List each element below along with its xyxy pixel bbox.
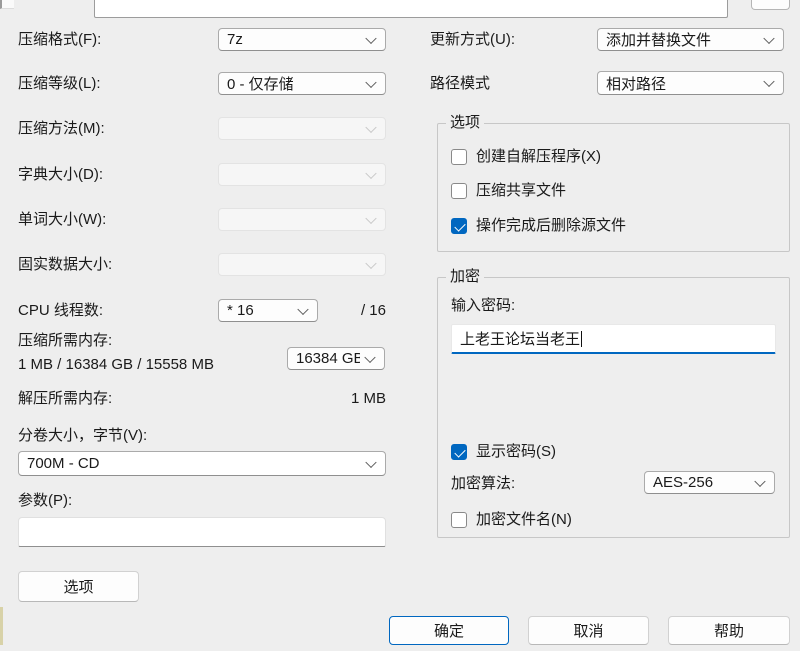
options-group-title: 选项 [446,114,484,132]
checkmark-icon [454,446,465,457]
threads-max-value: / 16 [340,302,386,320]
password-input[interactable]: 上老王论坛当老王 [451,324,776,354]
solid-block-label: 固实数据大小: [18,256,112,274]
chevron-down-icon [365,257,376,268]
ok-button[interactable]: 确定 [389,616,509,645]
format-select[interactable]: 7z [218,28,386,51]
split-volume-label: 分卷大小，字节(V): [18,427,147,445]
chevron-down-icon [365,121,376,132]
screen-edge-artifact [0,607,3,645]
checkmark-icon [454,220,465,231]
encryption-method-value: AES-256 [653,474,713,491]
password-label: 输入密码: [451,297,515,315]
format-value: 7z [227,31,243,48]
options-group: 选项 创建自解压程序(X) 压缩共享文件 操作完成后删除源文件 [437,123,790,252]
chevron-down-icon [365,167,376,178]
chevron-down-icon [365,212,376,223]
chevron-down-icon [365,32,376,43]
parameters-label: 参数(P): [18,492,72,510]
chevron-down-icon [754,475,765,486]
chevron-down-icon [365,76,376,87]
add-to-archive-dialog: 压缩格式(F): 7z 压缩等级(L): 0 - 仅存储 压缩方法(M): 字典… [0,0,800,651]
cropped-archive-name-combo[interactable] [94,0,728,18]
encryption-method-label: 加密算法: [451,475,515,493]
chevron-down-icon [364,351,375,362]
chevron-down-icon [297,303,308,314]
update-mode-label: 更新方式(U): [430,31,515,49]
path-mode-label: 路径模式 [430,75,490,93]
memory-decompress-value: 1 MB [318,390,386,408]
threads-label: CPU 线程数: [18,302,103,320]
method-label: 压缩方法(M): [18,120,105,138]
format-label: 压缩格式(F): [18,31,101,49]
encryption-method-select[interactable]: AES-256 [644,471,775,494]
password-value: 上老王论坛当老王 [460,328,580,349]
checkbox-label: 加密文件名(N) [476,511,572,529]
cropped-browse-button[interactable] [751,0,790,10]
chevron-down-icon [763,76,774,87]
help-button[interactable]: 帮助 [668,616,790,645]
checkbox-box[interactable] [451,183,467,199]
level-label: 压缩等级(L): [18,75,101,93]
threads-select[interactable]: * 16 [218,299,318,322]
split-volume-combo[interactable]: 700M - CD [18,451,386,476]
dictionary-label: 字典大小(D): [18,166,103,184]
memory-compress-select[interactable]: 16384 GB [287,347,385,370]
word-size-label: 单词大小(W): [18,211,106,229]
level-select[interactable]: 0 - 仅存储 [218,72,386,95]
parameters-input[interactable] [18,517,386,547]
cropped-window-fragment [0,0,14,9]
options-button-label: 选项 [63,576,93,597]
checkbox-box[interactable] [451,149,467,165]
checkbox-box[interactable] [451,512,467,528]
memory-compress-value: 16384 GB [296,350,360,367]
level-value: 0 - 仅存储 [227,73,294,94]
cancel-button-label: 取消 [573,620,603,641]
path-mode-select[interactable]: 相对路径 [597,71,784,95]
checkbox-label: 创建自解压程序(X) [476,148,601,166]
encryption-group-title: 加密 [446,268,484,286]
checkbox-create-sfx[interactable]: 创建自解压程序(X) [451,148,601,166]
checkbox-encrypt-filenames[interactable]: 加密文件名(N) [451,511,572,529]
checkbox-box[interactable] [451,218,467,234]
memory-compress-detail: 1 MB / 16384 GB / 15558 MB [18,356,214,374]
solid-block-select [218,253,386,276]
method-select [218,117,386,140]
memory-compress-label: 压缩所需内存: [18,332,112,350]
checkbox-label: 操作完成后删除源文件 [476,217,626,235]
options-button[interactable]: 选项 [18,571,139,602]
path-mode-value: 相对路径 [606,73,666,94]
checkbox-show-password[interactable]: 显示密码(S) [451,443,556,461]
threads-max-text: / 16 [340,302,386,320]
update-mode-select[interactable]: 添加并替换文件 [597,28,784,51]
word-size-select [218,208,386,231]
update-mode-value: 添加并替换文件 [606,29,711,50]
help-button-label: 帮助 [714,620,744,641]
checkbox-delete-after[interactable]: 操作完成后删除源文件 [451,217,626,235]
ok-button-label: 确定 [434,620,464,641]
checkbox-compress-shared[interactable]: 压缩共享文件 [451,182,566,200]
memory-decompress-text: 1 MB [318,390,386,408]
checkbox-label: 压缩共享文件 [476,182,566,200]
text-caret [581,331,582,347]
encryption-group: 加密 输入密码: 上老王论坛当老王 显示密码(S) 加密算法: AES-256 … [437,277,790,538]
checkbox-label: 显示密码(S) [476,443,556,461]
cancel-button[interactable]: 取消 [528,616,649,645]
chevron-down-icon [365,456,376,467]
dictionary-select [218,163,386,186]
threads-value: * 16 [227,302,254,319]
chevron-down-icon [763,32,774,43]
memory-decompress-label: 解压所需内存: [18,390,112,408]
checkbox-box[interactable] [451,444,467,460]
split-volume-value: 700M - CD [27,455,100,472]
